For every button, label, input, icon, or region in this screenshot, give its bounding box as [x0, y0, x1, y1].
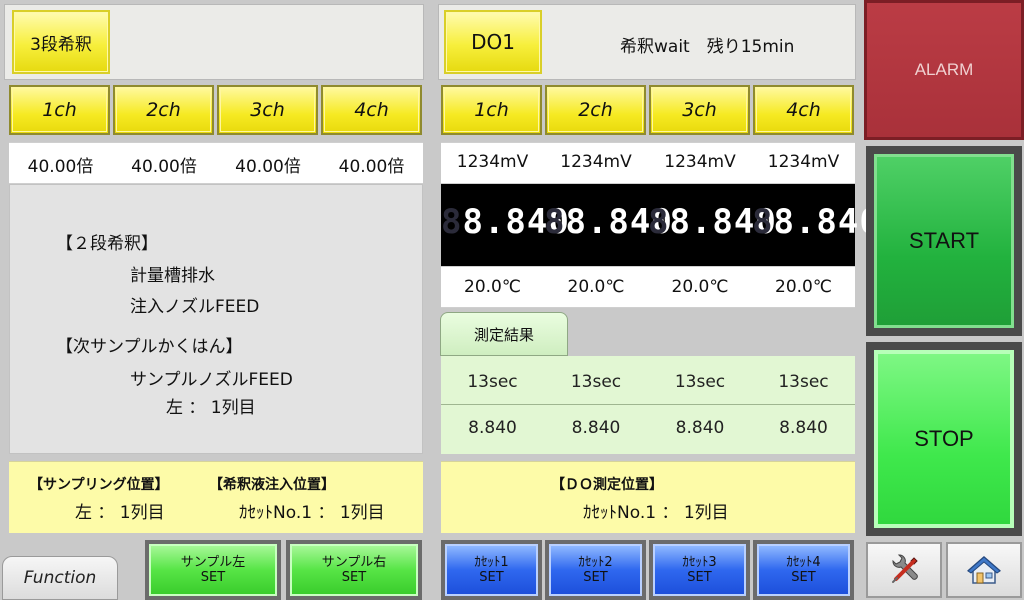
home-button[interactable]	[946, 542, 1022, 598]
stage-button-label: 3段希釈	[30, 34, 92, 55]
status-text: 希釈wait 残り15min	[620, 37, 795, 57]
results-panel: 13sec 13sec 13sec 13sec 8.840 8.840 8.84…	[441, 356, 855, 454]
time-value: 13sec	[674, 372, 726, 392]
cassette2-set-button[interactable]: ｶｾｯﾄ2 SET	[545, 540, 646, 600]
middle-ch2-button[interactable]: 2ch	[545, 85, 646, 135]
result-value: 8.840	[468, 418, 517, 438]
alarm-label: ALARM	[914, 60, 974, 79]
left-ch3-button[interactable]: 3ch	[217, 85, 318, 135]
cassette1-set-button[interactable]: ｶｾｯﾄ1 SET	[441, 540, 542, 600]
do-display-row: 88.840 88.840 88.840 88.840	[441, 184, 881, 266]
stage-button[interactable]: 3段希釈	[12, 10, 110, 74]
sample-right-set-button[interactable]: サンプル右 SET	[286, 540, 422, 600]
do-position-label: 【ＤＯ測定位置】	[551, 477, 663, 493]
status-line: 計量槽排水	[130, 266, 215, 286]
temperature-value: 20.0℃	[567, 277, 625, 297]
cassette4-set-button[interactable]: ｶｾｯﾄ4 SET	[753, 540, 854, 600]
injection-position-label: 【希釈液注入位置】	[209, 477, 335, 493]
middle-ch4-button[interactable]: 4ch	[753, 85, 854, 135]
temperature-value: 20.0℃	[775, 277, 832, 297]
time-value: 13sec	[778, 372, 829, 392]
do-display-value: 88.840	[648, 202, 777, 242]
mv-value: 1234mV	[767, 152, 840, 172]
left-ch1-button[interactable]: 1ch	[9, 85, 110, 135]
temperature-value: 20.0℃	[464, 277, 521, 297]
mv-value: 1234mV	[560, 152, 632, 172]
do-display-value: 88.840	[441, 202, 570, 242]
results-tab[interactable]: 測定結果	[440, 312, 568, 356]
time-value: 13sec	[570, 372, 622, 392]
do-display-value: 88.840	[544, 202, 673, 242]
sampling-position-label: 【サンプリング位置】	[29, 477, 169, 493]
status-heading: 【次サンプルかくはん】	[56, 337, 243, 357]
sampling-position-value: 左 ： 1列目	[75, 503, 165, 523]
alarm-button[interactable]: ALARM	[864, 0, 1024, 140]
function-tab-label: Function	[23, 568, 97, 588]
time-value: 13sec	[467, 372, 518, 392]
mv-value: 1234mV	[664, 152, 736, 172]
middle-ch3-button[interactable]: 3ch	[649, 85, 750, 135]
sample-left-set-button[interactable]: サンプル左 SET	[145, 540, 281, 600]
dilution-value: 40.00倍	[27, 157, 94, 177]
dilution-row: 40.00倍 40.00倍 40.00倍 40.00倍	[9, 142, 423, 184]
left-ch4-button[interactable]: 4ch	[321, 85, 422, 135]
do-position-panel: 【ＤＯ測定位置】 ｶｾｯﾄNo.1 ： 1列目	[441, 461, 855, 533]
left-position-panel: 【サンプリング位置】 左 ： 1列目 【希釈液注入位置】 ｶｾｯﾄNo.1 ： …	[9, 461, 423, 533]
injection-position-value: ｶｾｯﾄNo.1 ： 1列目	[239, 503, 385, 523]
mv-value: 1234mV	[456, 152, 529, 172]
temperature-row: 20.0℃ 20.0℃ 20.0℃ 20.0℃	[441, 266, 855, 308]
status-panel: 【２段希釈】 計量槽排水 注入ノズルFEED 【次サンプルかくはん】 サンプルノ…	[9, 184, 423, 454]
dilution-value: 40.00倍	[235, 157, 301, 177]
do-display-value: 88.840	[752, 202, 881, 242]
function-tab[interactable]: Function	[2, 556, 118, 600]
result-value: 8.840	[571, 418, 621, 438]
dilution-value: 40.00倍	[338, 157, 405, 177]
start-label: START	[908, 228, 980, 253]
tools-button[interactable]	[866, 542, 942, 598]
status-heading: 【２段希釈】	[56, 234, 158, 254]
tools-icon	[892, 554, 918, 583]
do-button[interactable]: DO1	[444, 10, 542, 74]
do-position-value: ｶｾｯﾄNo.1 ： 1列目	[583, 503, 729, 523]
mv-row: 1234mV 1234mV 1234mV 1234mV	[441, 142, 855, 184]
cassette3-set-button[interactable]: ｶｾｯﾄ3 SET	[649, 540, 750, 600]
status-line: 注入ノズルFEED	[130, 297, 260, 317]
results-divider	[441, 404, 855, 405]
stop-button[interactable]: STOP	[866, 342, 1022, 536]
start-button[interactable]: START	[866, 146, 1022, 336]
temperature-value: 20.0℃	[671, 277, 729, 297]
stop-label: STOP	[914, 426, 974, 451]
result-value: 8.840	[779, 418, 828, 438]
left-ch2-button[interactable]: 2ch	[113, 85, 214, 135]
status-line: 左 ： 1列目	[166, 398, 256, 418]
middle-ch1-button[interactable]: 1ch	[441, 85, 542, 135]
do-button-label: DO1	[471, 30, 515, 54]
home-icon	[966, 556, 1002, 584]
result-value: 8.840	[675, 418, 725, 438]
status-line: サンプルノズルFEED	[130, 370, 293, 390]
dilution-value: 40.00倍	[131, 157, 197, 177]
results-tab-label: 測定結果	[473, 325, 534, 344]
